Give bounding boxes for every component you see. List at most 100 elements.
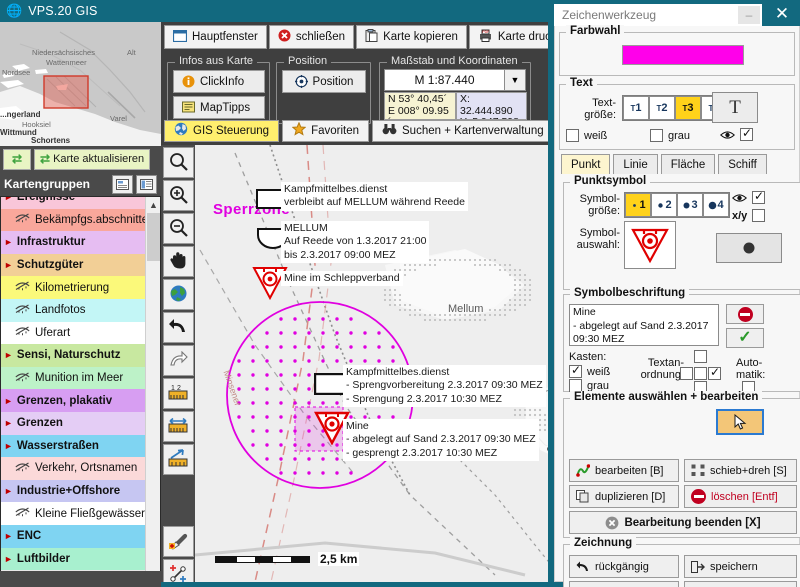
symbol-preview-button[interactable] [624,221,676,269]
annotation-label[interactable]: Mine im Schleppverband [281,271,403,287]
kasten-white-checkbox[interactable] [569,363,582,378]
symbolsize-4-button[interactable]: 4 [703,193,729,217]
text-white-checkbox[interactable] [566,129,579,142]
symbol-caption-textarea[interactable]: Mine - abgelegt auf Sand 2.3.2017 09:30 … [569,304,719,346]
clickinfo-button[interactable]: ClickInfo [173,70,265,93]
undo-button[interactable]: rückgängig [569,555,679,578]
tree-view-icon[interactable] [112,174,133,194]
zoom-full-button[interactable] [162,147,194,178]
expand-arrow-icon[interactable]: ► [4,260,13,270]
tab-gis-steuerung[interactable]: GIS Steuerung [164,119,280,142]
textorder-left-checkbox[interactable] [680,367,693,380]
annotation-label[interactable]: Mine - abgelegt auf Sand 2.3.2017 09:30 … [343,419,539,461]
scale-dropdown-icon[interactable]: ▼ [505,69,526,91]
measure-line-button[interactable] [162,444,194,475]
layer-list[interactable]: ► Ereignisse Bekämpfgs.abschnitte ► Infrastr… [0,196,161,587]
expand-arrow-icon[interactable]: ► [4,237,13,247]
layer-row[interactable]: Kilometrierung [1,276,147,299]
expand-arrow-icon[interactable]: ► [4,418,13,428]
textorder-top-checkbox[interactable] [694,350,707,363]
layer-row[interactable]: Verkehr, Ortsnamen [1,457,147,480]
overview-map[interactable]: Niedersächsisches Wattenmeer Alt ...nger… [0,22,161,146]
dialog-tab-punkt[interactable]: Punkt [561,154,611,174]
eye-hidden-icon[interactable] [15,372,30,385]
layer-row[interactable]: ► Ereignisse [1,197,147,209]
delete-button[interactable]: löschen [Entf] [684,485,797,508]
undo-view-button[interactable] [162,312,194,343]
layer-row[interactable]: Kleine Fließgewässer [1,502,147,525]
karte-kopieren-button[interactable]: Karte kopieren [356,25,467,49]
expand-arrow-icon[interactable]: ► [4,531,13,541]
eye-hidden-icon[interactable] [15,462,30,475]
redo-view-button[interactable] [162,345,194,376]
save-button[interactable]: speichern [684,555,797,578]
textorder-center-checkbox[interactable] [694,367,707,380]
layer-row[interactable]: Uferart [1,321,147,345]
symbolsize-2-button[interactable]: 2 [651,193,677,217]
zoom-out-button[interactable] [162,213,194,244]
expand-arrow-icon[interactable]: ► [4,554,13,564]
layer-row[interactable]: ► Luftbilder [1,547,147,571]
layer-row[interactable]: ► Industrie+Offshore [1,479,147,503]
eye-hidden-icon[interactable] [15,326,30,339]
caption-confirm-button[interactable]: ✓ [726,328,764,348]
layer-row[interactable]: ► Sensi, Naturschutz [1,344,147,367]
expand-arrow-icon[interactable]: ► [4,197,13,202]
pan-hand-button[interactable] [162,246,194,277]
symbolsize-1-button[interactable]: 1 [625,193,651,217]
layer-row[interactable]: Munition im Meer [1,366,147,390]
layer-row[interactable]: Landfotos [1,298,147,322]
annotation-label[interactable]: MELLUM Auf Reede von 1.3.2017 21:00 bis … [281,221,430,263]
tab-favoriten[interactable]: Favoriten [282,119,370,142]
eye-hidden-icon[interactable] [15,213,30,226]
finish-edit-button[interactable]: Bearbeitung beenden [X] [569,511,797,534]
textsize-t3-button[interactable]: T3 [675,96,701,120]
caption-delete-button[interactable] [726,304,764,324]
expand-arrow-icon[interactable]: ► [4,486,13,496]
layer-row[interactable]: ► ENC [1,524,147,548]
maptipps-button[interactable]: MapTipps [173,96,265,119]
measure-area-button[interactable]: 12 [162,378,194,409]
layer-row[interactable]: ► Grenzen [1,411,147,435]
cursor-select-button[interactable] [716,409,764,435]
scale-value[interactable]: M 1:87.440 [384,69,505,91]
textsize-t2-button[interactable]: T2 [649,96,675,120]
annotation-label[interactable]: Kampfmittelbes.dienst - Sprengvorbereitu… [343,365,546,407]
xy-checkbox[interactable] [752,209,766,222]
load-button[interactable]: laden [684,581,797,587]
globe-button[interactable] [162,279,194,310]
eye-hidden-icon[interactable] [15,507,30,520]
expand-arrow-icon[interactable]: ► [4,441,13,451]
layer-row[interactable]: ► Grenzen, plakativ [1,389,147,412]
zoom-in-button[interactable] [162,180,194,211]
dialog-tab-linie[interactable]: Linie [613,154,658,174]
dialog-tab-fläche[interactable]: Fläche [660,154,716,174]
dot-symbol-button[interactable] [716,233,782,263]
scrollbar-thumb[interactable] [147,213,160,261]
text-grey-checkbox[interactable] [650,129,663,142]
move-rotate-button[interactable]: schieb+dreh [S] [684,459,797,482]
symbol-eye-checkbox[interactable] [752,189,765,204]
layer-row[interactable]: ► Schutzgüter [1,253,147,277]
layer-row[interactable]: Bekämpfgs.abschnitte [1,208,148,232]
schlie-en-button[interactable]: schließen [268,25,355,49]
color-swatch[interactable] [622,45,744,65]
scroll-up-icon[interactable]: ▲ [146,197,160,212]
eye-hidden-icon[interactable] [15,281,30,294]
text-tool-button[interactable]: T [712,92,758,123]
tab-suchen-kartenverwaltung[interactable]: Suchen + Kartenverwaltung [372,119,554,142]
position-button[interactable]: Position [282,70,366,93]
annotation-label[interactable]: Kampfmittelbes.dienst verbleibt auf MELL… [281,182,468,211]
layer-list-scrollbar[interactable]: ▲ ▼ [145,197,160,587]
dialog-minimize-button[interactable]: – [738,6,760,24]
expand-arrow-icon[interactable]: ► [4,350,13,360]
dialog-tab-schiff[interactable]: Schiff [718,154,767,174]
textorder-right-checkbox[interactable] [708,365,721,380]
erase-drawing-button[interactable]: löschen [569,581,679,587]
pick-color-button[interactable] [162,526,194,557]
textsize-t1-button[interactable]: T1 [623,96,649,120]
layer-row[interactable]: ► Wasserstraßen [1,434,147,458]
symbolsize-3-button[interactable]: 3 [677,193,703,217]
text-eye-checkbox[interactable] [740,126,753,141]
expand-arrow-icon[interactable]: ► [4,396,13,406]
